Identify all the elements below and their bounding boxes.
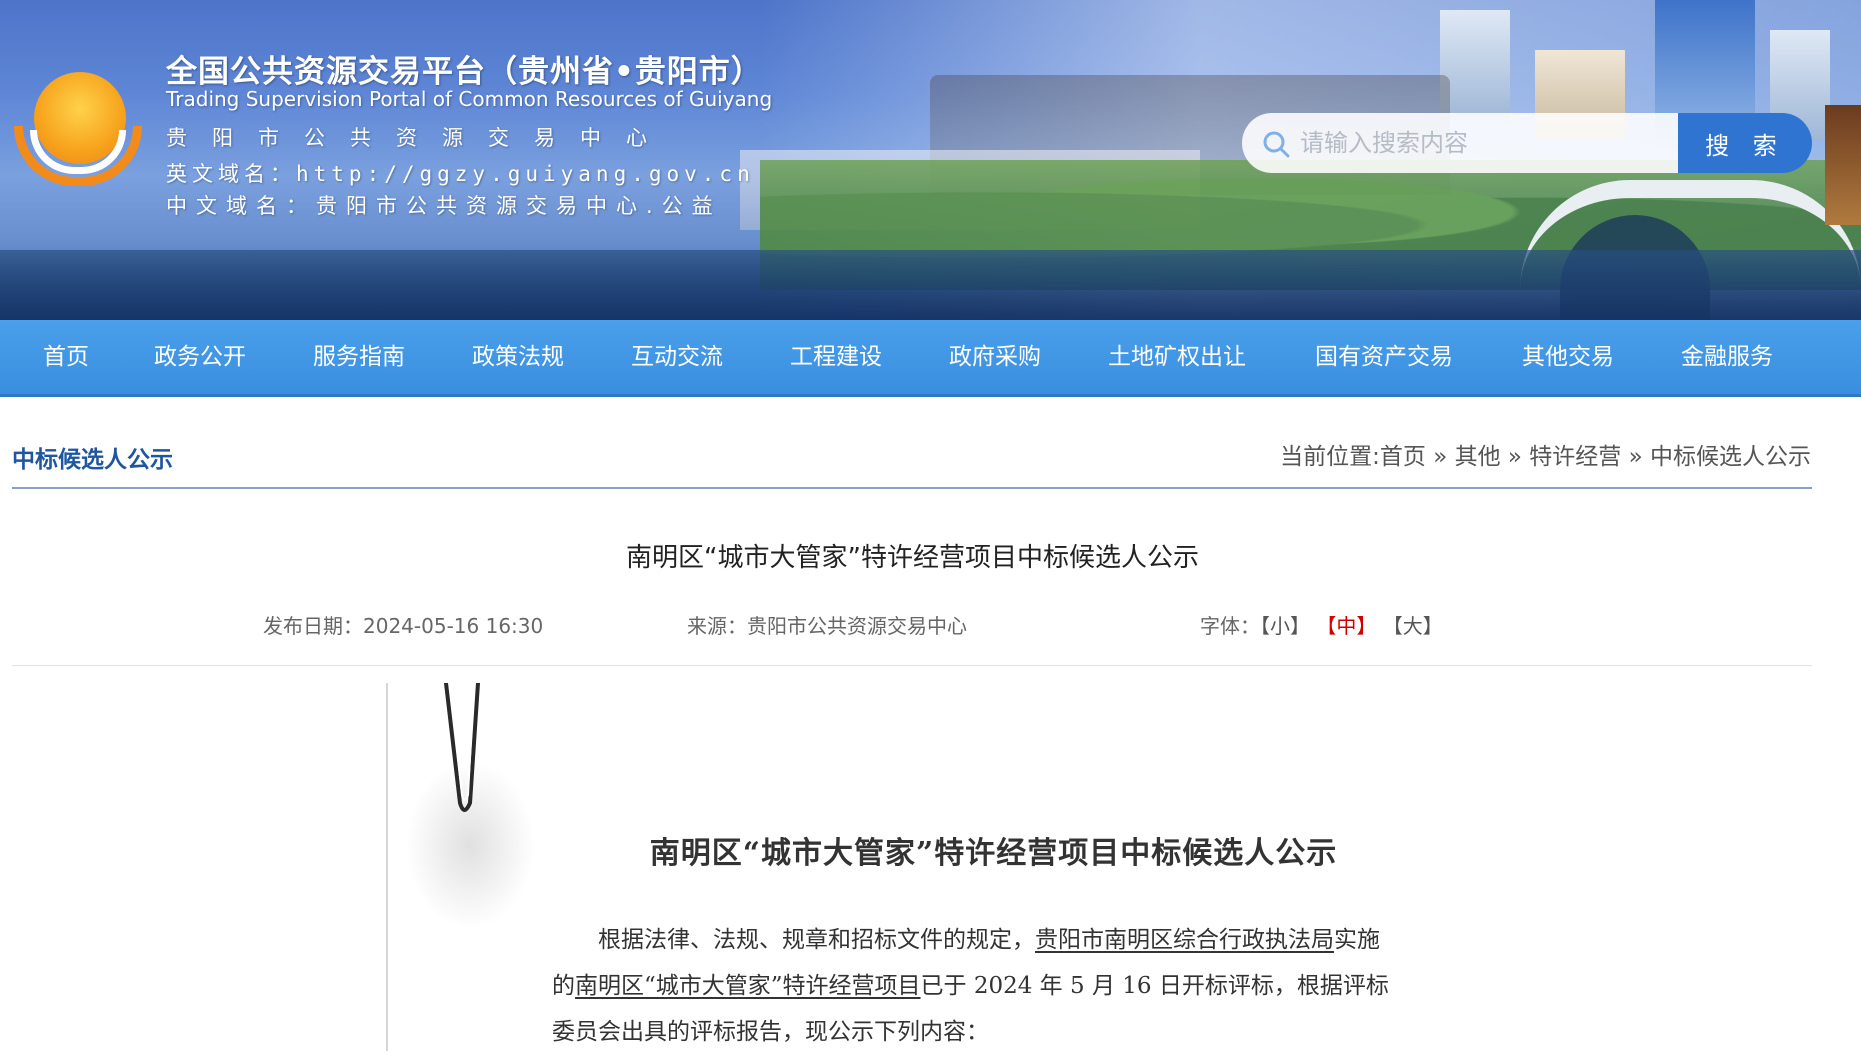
nav-item-finance[interactable]: 金融服务 [1681,320,1773,394]
breadcrumb: 当前位置:首页 » 其他 » 特许经营 » 中标候选人公示 [1280,437,1811,471]
article-source: 来源：贵阳市公共资源交易中心 [687,610,967,639]
meta-divider [12,665,1812,666]
banner-pavilion [1825,105,1861,225]
font-size-large-button[interactable]: 【大】 [1383,614,1443,638]
document-line: 的南明区“城市大管家”特许经营项目已于 2024 年 5 月 16 日开标评标，… [552,966,1389,1000]
banner-river [0,250,1861,320]
site-center-name: 贵阳市公共资源交易中心 [166,126,672,150]
breadcrumb-sep: » [1507,444,1522,470]
font-size-medium-button[interactable]: 【中】 [1316,614,1376,638]
publish-date: 发布日期：2024-05-16 16:30 [263,610,543,639]
main-nav: 首页 政务公开 服务指南 政策法规 互动交流 工程建设 政府采购 土地矿权出让 … [0,320,1861,397]
paper-clip-icon [444,683,480,812]
breadcrumb-home[interactable]: 首页 [1380,444,1426,470]
nav-item-service-guide[interactable]: 服务指南 [313,320,405,394]
doc-text: 已于 2024 年 5 月 16 日开标评标，根据评标 [920,973,1389,999]
section-title: 中标候选人公示 [12,447,173,473]
doc-text: 的 [552,973,575,999]
domain-en: 英文域名：http://ggzy.guiyang.gov.cn [166,158,755,188]
publish-date-value: 2024-05-16 16:30 [363,614,544,638]
site-title: 全国公共资源交易平台（贵州省•贵阳市） [166,54,763,90]
nav-item-interaction[interactable]: 互动交流 [631,320,723,394]
site-logo[interactable] [14,72,142,188]
nav-item-policy[interactable]: 政策法规 [472,320,564,394]
breadcrumb-prefix: 当前位置: [1280,444,1380,470]
document-title: 南明区“城市大管家”特许经营项目中标候选人公示 [649,836,1338,871]
document-line: 委员会出具的评标报告，现公示下列内容： [552,1019,989,1045]
search-button[interactable]: 搜 索 [1678,113,1812,173]
font-size-small-button[interactable]: 【小】 [1260,614,1310,638]
search-icon [1263,131,1290,158]
domain-cn: 中文域名：贵阳市公共资源交易中心.公益 [166,190,722,220]
domain-cn-label: 中文域名： [166,194,316,218]
source-label: 来源： [687,614,747,638]
nav-item-construction[interactable]: 工程建设 [790,320,882,394]
article-title: 南明区“城市大管家”特许经营项目中标候选人公示 [626,543,1199,573]
breadcrumb-franchise[interactable]: 特许经营 [1529,444,1621,470]
nav-item-home[interactable]: 首页 [43,320,89,394]
font-size-switcher: 字体：【小】 【中】 【大】 [1200,610,1443,639]
publish-date-label: 发布日期： [263,614,363,638]
document-line: 根据法律、法规、规章和招标文件的规定，贵阳市南明区综合行政执法局实施 [598,920,1380,954]
section-divider [12,487,1812,489]
nav-item-other-trade[interactable]: 其他交易 [1522,320,1614,394]
domain-en-label: 英文域名： [166,162,296,186]
domain-cn-value: 贵阳市公共资源交易中心.公益 [316,194,722,218]
nav-item-state-assets[interactable]: 国有资产交易 [1315,320,1453,394]
breadcrumb-other[interactable]: 其他 [1455,444,1501,470]
doc-project: 南明区“城市大管家”特许经营项目 [575,973,921,999]
doc-text: 实施 [1334,927,1380,953]
doc-entity: 贵阳市南明区综合行政执法局 [1035,927,1334,953]
breadcrumb-sep: » [1433,444,1448,470]
banner-building [1440,10,1510,120]
search-input[interactable] [1300,113,1670,173]
source-value: 贵阳市公共资源交易中心 [747,614,967,638]
domain-en-value: http://ggzy.guiyang.gov.cn [296,162,755,186]
doc-text: 根据法律、法规、规章和招标文件的规定， [598,927,1035,953]
font-size-label: 字体： [1200,614,1260,638]
nav-item-gov-affairs[interactable]: 政务公开 [154,320,246,394]
site-title-en: Trading Supervision Portal of Common Res… [166,87,773,111]
breadcrumb-sep: » [1628,444,1643,470]
nav-item-land-mining[interactable]: 土地矿权出让 [1108,320,1246,394]
nav-item-procurement[interactable]: 政府采购 [949,320,1041,394]
breadcrumb-current[interactable]: 中标候选人公示 [1650,444,1811,470]
